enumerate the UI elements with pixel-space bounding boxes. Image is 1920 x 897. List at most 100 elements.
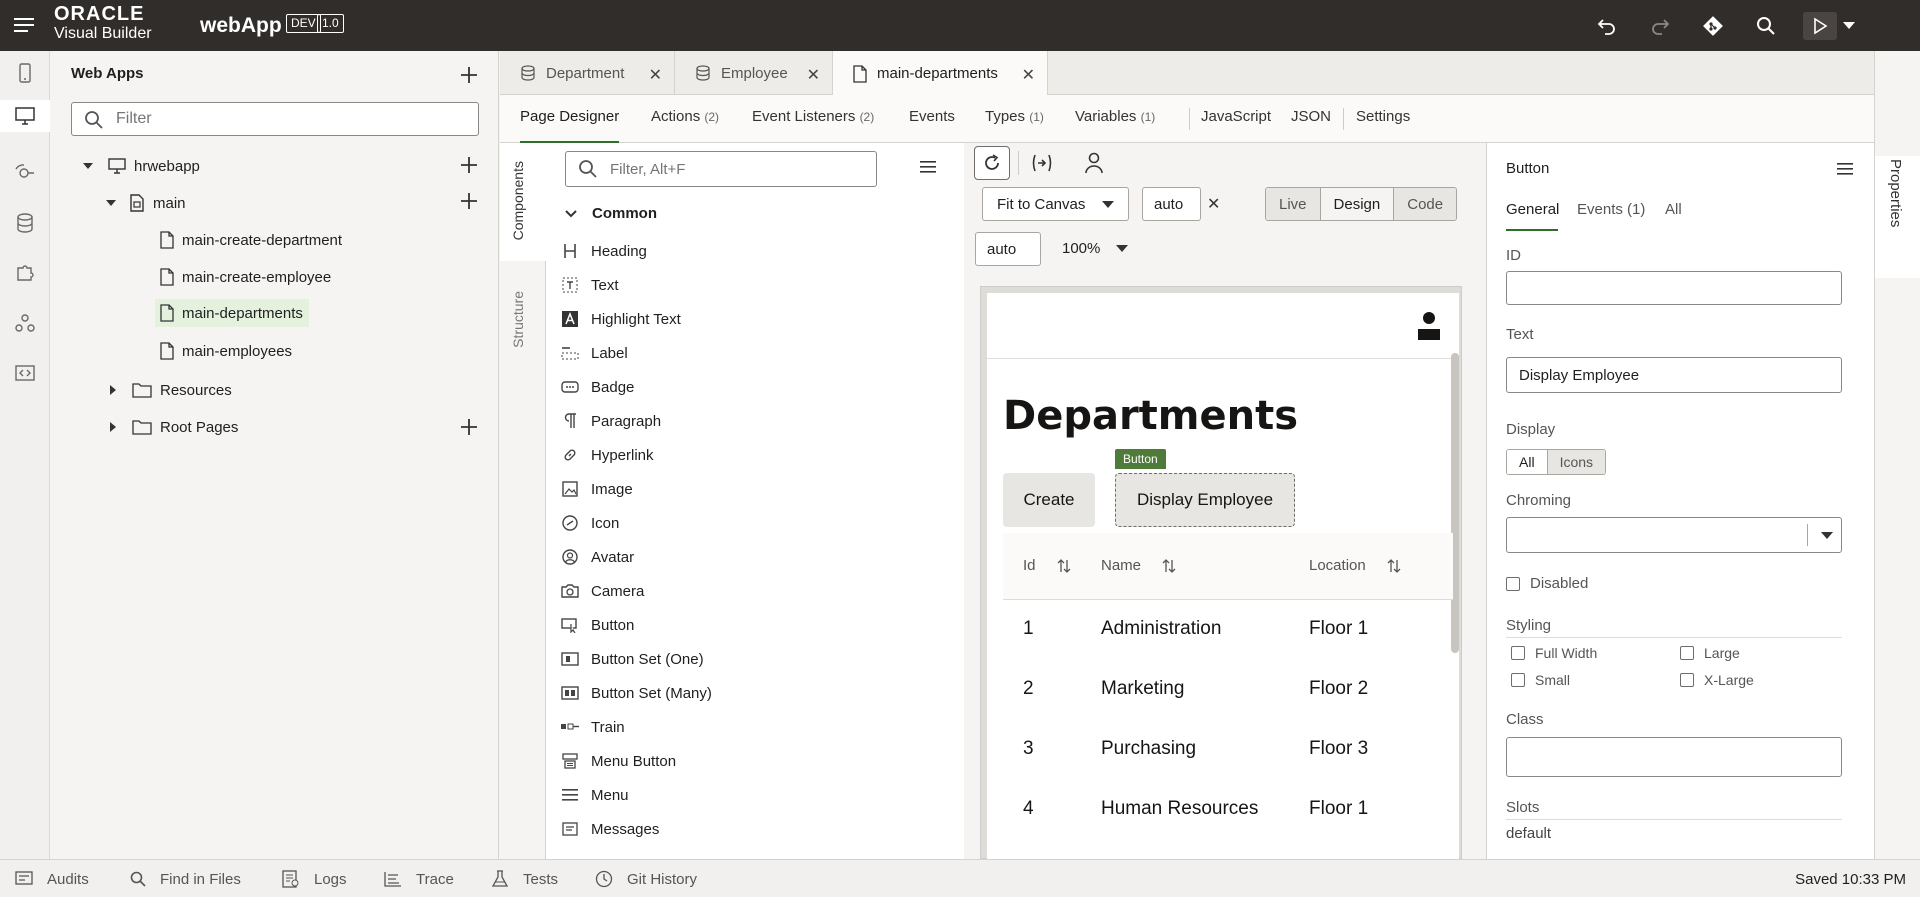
tab-events[interactable]: Events: [909, 108, 955, 125]
large-checkbox[interactable]: Large: [1680, 645, 1740, 661]
navigator-filter-input[interactable]: [116, 103, 466, 135]
palette-item-text[interactable]: Text: [561, 271, 619, 299]
add-page-plus-icon[interactable]: [459, 191, 479, 211]
redo-icon[interactable]: [1646, 12, 1674, 40]
add-web-app-plus-icon[interactable]: [459, 65, 479, 85]
tab-department[interactable]: Department ✕: [500, 51, 675, 95]
palette-item-button-set-one[interactable]: Button Set (One): [561, 645, 704, 673]
id-input[interactable]: [1506, 271, 1842, 305]
tests-button[interactable]: Tests: [491, 860, 558, 897]
collapsed-caret-icon[interactable]: [108, 421, 118, 433]
palette-item-messages[interactable]: Messages: [561, 815, 659, 843]
palette-item-menu-button[interactable]: Menu Button: [561, 747, 676, 775]
tab-structure[interactable]: Structure: [510, 291, 526, 348]
user-role-icon[interactable]: [1084, 152, 1104, 174]
palette-item-image[interactable]: Image: [561, 475, 633, 503]
tree-node-page[interactable]: main-employees: [160, 337, 292, 365]
tree-node-resources[interactable]: Resources: [108, 376, 232, 404]
column-header-name[interactable]: Name: [1101, 533, 1309, 600]
mobile-apps-icon[interactable]: [13, 61, 37, 85]
tab-general[interactable]: General: [1506, 201, 1559, 218]
collapsed-caret-icon[interactable]: [108, 384, 118, 396]
components-icon[interactable]: [13, 261, 37, 285]
tab-settings[interactable]: Settings: [1356, 108, 1410, 125]
tab-actions[interactable]: Actions (2): [651, 108, 719, 125]
tab-json[interactable]: JSON: [1291, 108, 1331, 125]
page-heading[interactable]: Departments: [1003, 393, 1298, 439]
tree-node-hrwebapp[interactable]: hrwebapp: [82, 152, 200, 180]
fit-to-canvas-select[interactable]: Fit to Canvas: [982, 187, 1129, 221]
services-icon[interactable]: [13, 161, 37, 185]
palette-item-badge[interactable]: Badge: [561, 373, 634, 401]
table-row[interactable]: 1 Administration Floor 1: [1003, 599, 1453, 659]
palette-item-avatar[interactable]: Avatar: [561, 543, 634, 571]
run-options-chevron-down-icon[interactable]: [1838, 12, 1860, 40]
zoom-select[interactable]: 100%: [1062, 240, 1129, 257]
user-avatar-icon[interactable]: [1418, 311, 1440, 341]
undo-icon[interactable]: [1593, 12, 1621, 40]
variables-icon[interactable]: [1030, 153, 1054, 173]
trace-button[interactable]: Trace: [384, 860, 454, 897]
add-root-page-plus-icon[interactable]: [459, 417, 479, 437]
search-icon[interactable]: [1752, 12, 1780, 40]
mode-design-button[interactable]: Design: [1320, 188, 1395, 220]
tab-events[interactable]: Events (1): [1577, 201, 1645, 218]
tab-variables[interactable]: Variables (1): [1075, 108, 1155, 125]
add-flow-plus-icon[interactable]: [459, 155, 479, 175]
small-checkbox[interactable]: Small: [1511, 672, 1570, 688]
checkbox-box[interactable]: [1511, 673, 1525, 687]
palette-item-highlight-text[interactable]: Highlight Text: [561, 305, 681, 333]
tab-all[interactable]: All: [1665, 201, 1682, 218]
tab-event-listeners[interactable]: Event Listeners (2): [752, 108, 874, 125]
close-tab-icon[interactable]: ✕: [807, 65, 820, 85]
tree-node-root-pages[interactable]: Root Pages: [108, 413, 238, 441]
logs-button[interactable]: Logs: [282, 860, 347, 897]
column-header-location[interactable]: Location: [1309, 533, 1453, 600]
palette-item-hyperlink[interactable]: Hyperlink: [561, 441, 654, 469]
tree-node-page-selected[interactable]: main-departments: [155, 299, 309, 327]
tab-page-designer[interactable]: Page Designer: [520, 108, 620, 143]
checkbox-box[interactable]: [1511, 646, 1525, 660]
web-apps-icon[interactable]: [0, 100, 50, 132]
run-icon[interactable]: [1803, 12, 1837, 40]
checkbox-box[interactable]: [1680, 673, 1694, 687]
palette-item-heading[interactable]: Heading: [561, 237, 647, 265]
canvas-height-input[interactable]: auto: [975, 232, 1041, 266]
palette-item-icon[interactable]: Icon: [561, 509, 619, 537]
palette-item-paragraph[interactable]: Paragraph: [561, 407, 661, 435]
tree-node-main[interactable]: main: [105, 189, 186, 217]
disabled-checkbox[interactable]: Disabled: [1506, 575, 1588, 592]
palette-item-button[interactable]: Button: [561, 611, 634, 639]
display-icons-button[interactable]: Icons: [1547, 450, 1606, 474]
palette-menu-icon[interactable]: [920, 160, 936, 174]
mode-live-button[interactable]: Live: [1266, 188, 1321, 220]
checkbox-box[interactable]: [1506, 576, 1520, 591]
xlarge-checkbox[interactable]: X-Large: [1680, 672, 1754, 688]
clear-size-close-icon[interactable]: ✕: [1207, 194, 1220, 214]
display-employee-button[interactable]: Display Employee: [1115, 473, 1295, 527]
tab-employee[interactable]: Employee ✕: [675, 51, 833, 95]
hamburger-menu-icon[interactable]: [12, 14, 36, 36]
tab-main-departments[interactable]: main-departments ✕: [833, 51, 1048, 96]
text-input[interactable]: Display Employee: [1506, 357, 1842, 393]
mode-code-button[interactable]: Code: [1394, 188, 1457, 220]
tab-components[interactable]: Components: [510, 161, 526, 240]
sort-icon[interactable]: [1161, 558, 1177, 574]
display-all-button[interactable]: All: [1507, 450, 1548, 474]
palette-group-common[interactable]: Common: [564, 205, 657, 222]
business-objects-icon[interactable]: [13, 211, 37, 235]
class-input[interactable]: [1506, 737, 1842, 777]
canvas-width-input[interactable]: auto: [1142, 187, 1201, 221]
tree-node-page[interactable]: main-create-department: [160, 226, 342, 254]
tab-types[interactable]: Types (1): [985, 108, 1044, 125]
source-code-icon[interactable]: [13, 361, 37, 385]
palette-item-camera[interactable]: Camera: [561, 577, 644, 605]
tab-properties[interactable]: Properties: [1887, 159, 1904, 227]
palette-item-menu[interactable]: Menu: [561, 781, 629, 809]
palette-item-label[interactable]: Label: [561, 339, 628, 367]
sort-icon[interactable]: [1386, 558, 1402, 574]
expanded-caret-icon[interactable]: [82, 160, 94, 172]
expanded-caret-icon[interactable]: [105, 197, 117, 209]
processes-icon[interactable]: [13, 311, 37, 335]
find-in-files-button[interactable]: Find in Files: [130, 860, 241, 897]
